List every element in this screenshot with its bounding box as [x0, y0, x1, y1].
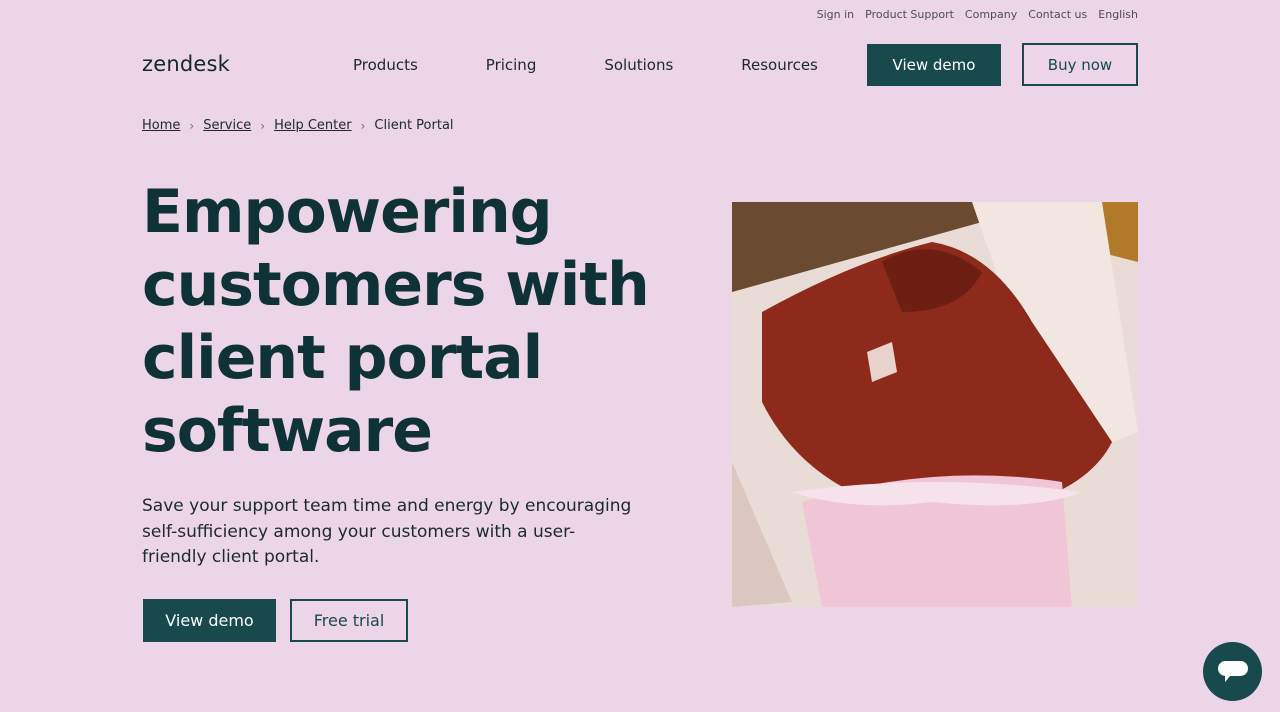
- language-selector[interactable]: English: [1098, 8, 1138, 21]
- zendesk-logo[interactable]: zendesk: [142, 52, 230, 76]
- nav-products[interactable]: Products: [353, 56, 418, 74]
- chat-bubble-icon: [1217, 660, 1248, 682]
- nav-resources[interactable]: Resources: [741, 56, 818, 74]
- header-buy-now-button[interactable]: Buy now: [1022, 43, 1138, 86]
- breadcrumb-home[interactable]: Home: [142, 118, 180, 133]
- nav-pricing[interactable]: Pricing: [486, 56, 537, 74]
- header-view-demo-button[interactable]: View demo: [867, 44, 1001, 86]
- breadcrumb: Home › Service › Help Center › Client Po…: [142, 118, 454, 133]
- breadcrumb-service[interactable]: Service: [203, 118, 251, 133]
- chat-widget-button[interactable]: [1203, 642, 1262, 701]
- sign-in-link[interactable]: Sign in: [817, 8, 855, 21]
- company-link[interactable]: Company: [965, 8, 1017, 21]
- main-nav: Products Pricing Solutions Resources: [353, 56, 818, 74]
- nav-solutions[interactable]: Solutions: [604, 56, 673, 74]
- product-support-link[interactable]: Product Support: [865, 8, 954, 21]
- breadcrumb-current: Client Portal: [374, 118, 454, 133]
- hero-view-demo-button[interactable]: View demo: [143, 599, 276, 642]
- chevron-right-icon: ›: [189, 118, 195, 133]
- chevron-right-icon: ›: [260, 118, 266, 133]
- breadcrumb-help-center[interactable]: Help Center: [274, 118, 352, 133]
- hero-subtitle: Save your support team time and energy b…: [142, 496, 632, 567]
- contact-us-link[interactable]: Contact us: [1028, 8, 1087, 21]
- hero-image: [732, 202, 1138, 607]
- sweater-gift-box-illustration: [732, 202, 1138, 607]
- utility-nav: Sign in Product Support Company Contact …: [817, 8, 1138, 21]
- chevron-right-icon: ›: [360, 118, 366, 133]
- hero-title: Empowering customers with client portal …: [142, 177, 650, 466]
- hero-free-trial-button[interactable]: Free trial: [290, 599, 408, 642]
